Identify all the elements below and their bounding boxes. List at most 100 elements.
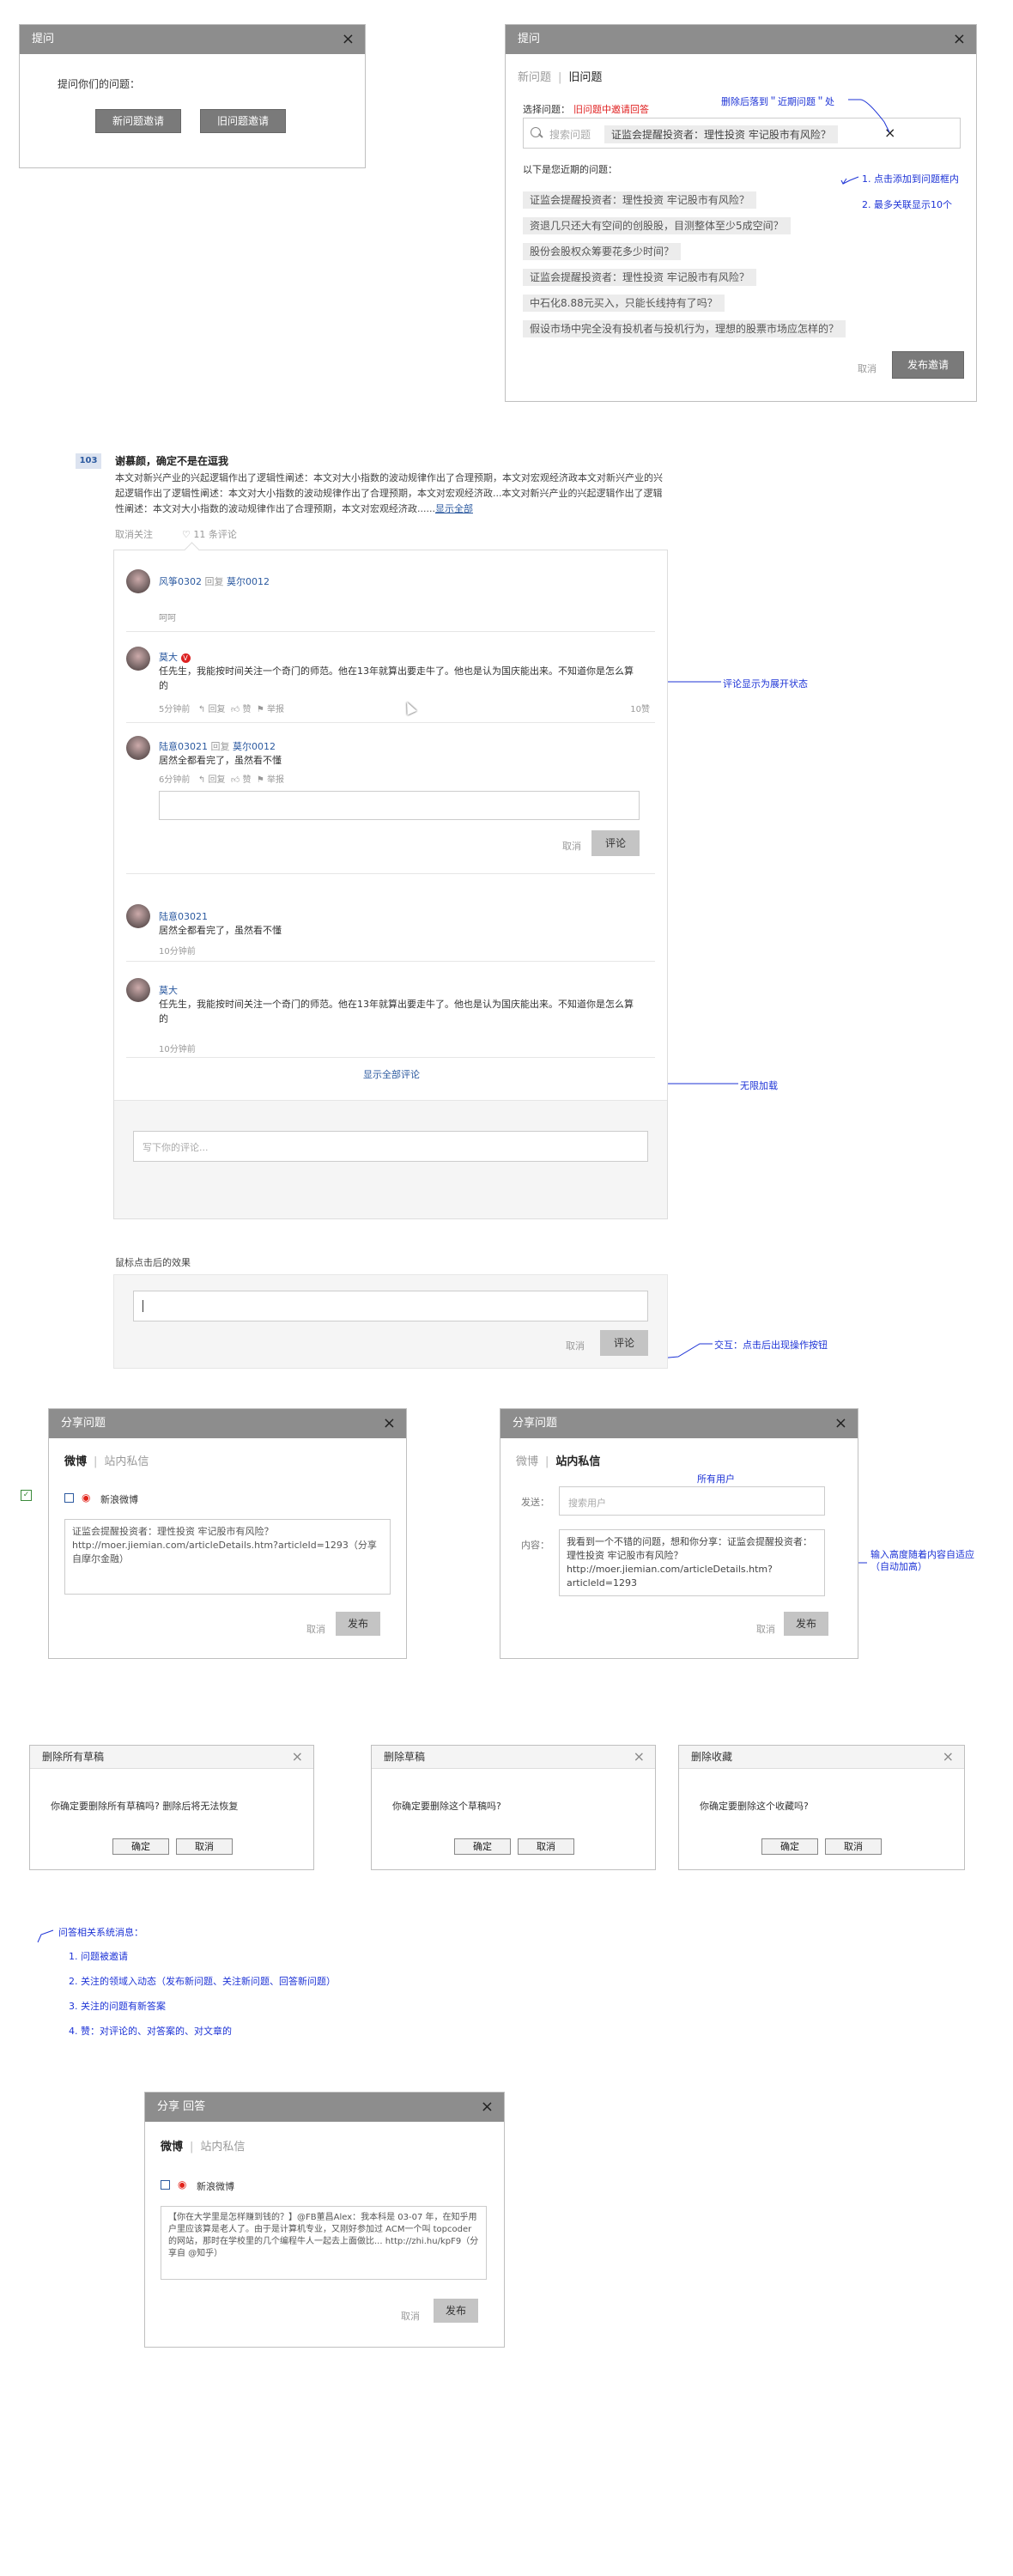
close-icon[interactable]: × [292,1746,303,1768]
comment-text: 呵呵 [159,614,176,623]
share-content-textarea[interactable]: 证监会提醒投资者：理性投资 牢记股市有风险？http://moer.jiemia… [64,1519,391,1595]
dialog-header: 分享问题 × [500,1409,858,1438]
tab-weibo[interactable]: 微博 [161,2141,183,2154]
comment-time: 10分钟前 [159,1045,196,1054]
commenter-name[interactable]: 莫大 [159,652,178,663]
answer-vote-badge[interactable]: 103 [76,453,101,469]
report-icon: ⚑ [256,705,264,714]
confirm-button[interactable]: 确定 [112,1838,169,1855]
report-button[interactable]: 举报 [267,705,284,714]
cancel-button[interactable]: 取消 [401,2309,420,2323]
cancel-button[interactable]: 取消 [825,1838,882,1855]
cancel-button[interactable]: 取消 [518,1838,574,1855]
commenter-name[interactable]: 陆意03021 [159,741,208,752]
confirm-text: 你确定要删除这个草稿吗? [392,1801,501,1812]
dialog-header: 删除所有草稿 × [30,1746,313,1769]
reply-input[interactable] [159,791,640,820]
tab-weibo[interactable]: 微博 [516,1455,538,1468]
reply-icon: ↰ [197,775,206,785]
tab-private-message[interactable]: 站内私信 [555,1455,600,1468]
share-question-message-dialog: 分享问题 × 微博 | 站内私信 发送： 搜索用户 内容： 我看到一个不错的问题，想和… [500,1408,858,1659]
annotation-all-users: 所有用户 [697,1473,735,1485]
sysmsg-item: 4. 赞：对评论的、对答案的、对文章的 [69,2026,232,2037]
tab-weibo[interactable]: 微博 [64,1455,87,1468]
confirm-button[interactable]: 确定 [761,1838,818,1855]
cancel-button[interactable]: 取消 [756,1622,775,1636]
dialog-header: 删除草稿 × [372,1746,655,1769]
dialog-title: 分享问题 [513,1417,558,1430]
dialog-header: 分享 回答 × [145,2093,504,2122]
confirm-button[interactable]: 确定 [454,1838,511,1855]
delete-favorite-dialog: 删除收藏 × 你确定要删除这个收藏吗? 确定 取消 [678,1745,965,1870]
focused-comment-box: 取消 评论 [113,1274,668,1369]
close-icon[interactable]: × [834,1409,847,1438]
reply-button[interactable]: 回复 [209,705,226,714]
avatar[interactable] [126,736,150,760]
recipient-input[interactable]: 搜索用户 [559,1486,825,1516]
annotation-interaction: 交互：点击后出现操作按钮 [714,1340,828,1351]
publish-button[interactable]: 发布 [434,2299,478,2323]
cancel-reply-button[interactable]: 取消 [562,839,581,853]
dialog-title: 删除草稿 [384,1751,426,1763]
report-button[interactable]: 举报 [267,775,284,785]
comment-time: 6分钟前 [159,775,191,785]
cancel-button[interactable]: 取消 [176,1838,233,1855]
show-all-link[interactable]: 显示全部 [435,503,473,514]
sync-weibo-label: 新浪微博 [100,1494,138,1505]
avatar[interactable] [126,904,150,928]
tab-private-message[interactable]: 站内私信 [104,1455,149,1468]
commenter-name[interactable]: 风筝0302 [159,576,202,587]
send-label: 发送： [521,1497,549,1508]
comment-count: 11 条评论 [193,529,237,540]
comment-text: 居然全都看完了，虽然看不懂 [159,925,282,936]
reply-to-name[interactable]: 莫尔0012 [227,576,270,587]
sync-weibo-label: 新浪微博 [197,2181,234,2192]
comment-time: 10分钟前 [159,947,196,957]
message-content-textarea[interactable]: 我看到一个不错的问题，想和你分享：证监会提醒投资者：理性投资 牢记股市有风险？h… [559,1529,825,1596]
sync-weibo-checkbox[interactable] [64,1493,74,1503]
like-button[interactable]: 赞 [243,775,252,785]
close-icon[interactable]: × [481,2093,494,2122]
like-button[interactable]: 赞 [243,705,252,714]
close-icon[interactable]: × [634,1746,645,1768]
dialog-title: 分享 回答 [157,2100,206,2113]
publish-button[interactable]: 发布 [784,1612,828,1636]
reply-to-name[interactable]: 莫尔0012 [233,741,276,752]
write-comment-input[interactable]: 写下你的评论... [133,1131,648,1162]
cancel-follow-link[interactable]: 取消关注 [115,527,153,541]
sync-weibo-checkbox[interactable] [161,2180,170,2190]
avatar[interactable] [126,569,150,593]
annotation-infinite-load: 无限加载 [740,1080,778,1091]
close-icon[interactable]: × [943,1746,954,1768]
tab-private-message[interactable]: 站内私信 [200,2141,245,2154]
annotation-comment-expanded: 评论显示为展开状态 [723,678,808,690]
content-label: 内容： [521,1540,549,1551]
weibo-icon: ◉ [82,1492,91,1504]
submit-reply-button[interactable]: 评论 [591,830,640,856]
submit-comment-button[interactable]: 评论 [600,1330,648,1356]
share-question-weibo-dialog: 分享问题 × 微博 | 站内私信 ◉ 新浪微博 证监会提醒投资者：理性投资 牢记股市有… [48,1408,407,1659]
delete-draft-dialog: 删除草稿 × 你确定要删除这个草稿吗? 确定 取消 [371,1745,656,1870]
cancel-button[interactable]: 取消 [306,1622,325,1636]
cancel-comment-button[interactable]: 取消 [566,1339,585,1352]
close-icon[interactable]: × [383,1409,396,1438]
commenter-name[interactable]: 莫大 [159,983,178,997]
share-content-textarea[interactable]: 【你在大学里是怎样赚到钱的？】@FB董昌Alex：我本科是 03-07 年，在知… [161,2206,487,2280]
delete-all-drafts-dialog: 删除所有草稿 × 你确定要删除所有草稿吗? 删除后将无法恢复 确定 取消 [29,1745,314,1870]
answer-title: 谢慕颜，确定不是在逗我 [115,455,229,467]
commenter-name[interactable]: 陆意03021 [159,909,208,923]
share-answer-dialog: 分享 回答 × 微博 | 站内私信 ◉ 新浪微博 【你在大学里是怎样赚到钱的？】@FB… [144,2092,505,2348]
avatar[interactable] [126,978,150,1002]
dialog-title: 删除收藏 [691,1751,733,1763]
focused-comment-input[interactable] [133,1291,648,1321]
publish-button[interactable]: 发布 [336,1612,380,1636]
comment-text: 任先生，我能按时间关注一个奇门的师范。他在13年就算出要走牛了。他也是认为国庆能… [159,999,634,1024]
comments-panel: 风筝0302 回复 莫尔0012 呵呵 莫大 V 任先生，我能按时间关注一个奇门… [113,542,668,1219]
comment-text: 居然全都看完了，虽然看不懂 [159,755,282,766]
selected-checkbox-icon: ✓ [21,1490,32,1501]
avatar[interactable] [126,647,150,671]
show-all-comments-link[interactable]: 显示全部评论 [363,1067,420,1081]
verified-icon: V [180,653,191,663]
reply-button[interactable]: 回复 [209,775,226,785]
comment-toggle[interactable]: ♡ 11 条评论 [182,527,237,541]
